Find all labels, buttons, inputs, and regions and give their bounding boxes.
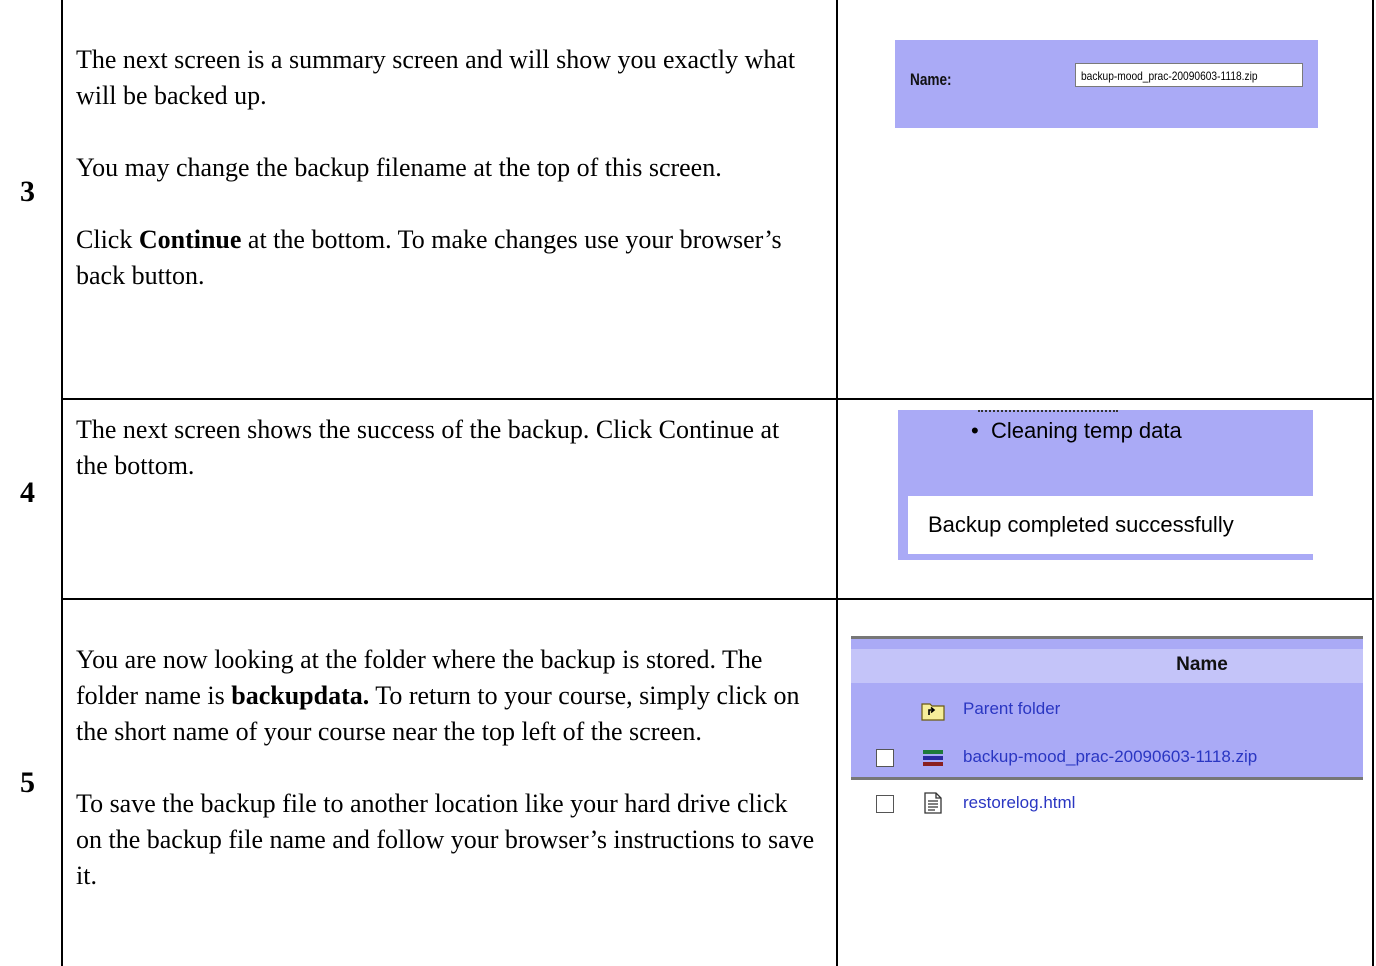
select-checkbox[interactable] <box>876 795 894 813</box>
file-list-screenshot: Name Parent folder backup-mood_prac-2009… <box>851 636 1363 814</box>
success-box: Backup completed successfully <box>908 496 1313 554</box>
step-paragraph: The next screen shows the success of the… <box>76 415 780 480</box>
step-text: The next screen shows the success of the… <box>76 412 816 484</box>
file-link[interactable]: restorelog.html <box>963 793 1075 813</box>
text-run: Click <box>76 225 139 254</box>
column-divider <box>836 0 838 398</box>
file-row[interactable]: restorelog.html <box>851 792 1363 825</box>
cropped-text-edge <box>978 410 1118 418</box>
step-paragraph: Click Continue at the bottom. To make ch… <box>76 222 816 294</box>
step-paragraph: You are now looking at the folder where … <box>76 642 816 750</box>
name-label: Name: <box>910 70 952 89</box>
header-label: Name <box>1176 654 1228 675</box>
bold-term: Continue <box>138 225 242 254</box>
step-number: 3 <box>20 175 35 208</box>
step-paragraph: To save the backup file to another locat… <box>76 789 815 890</box>
document-icon <box>924 792 942 814</box>
parent-folder-icon <box>921 703 945 721</box>
filename-value: backup-mood_prac-20090603-1118.zip <box>1081 69 1258 83</box>
filename-screenshot: Name: backup-mood_prac-20090603-1118.zip <box>895 40 1318 128</box>
zip-archive-icon <box>923 750 943 766</box>
list-item: • Cleaning temp data <box>971 418 1182 443</box>
step-number: 4 <box>20 476 35 509</box>
name-column-header[interactable]: Name <box>851 649 1363 683</box>
parent-folder-row[interactable]: Parent folder <box>851 699 1363 731</box>
bold-term: backupdata. <box>231 681 370 710</box>
file-row[interactable]: backup-mood_prac-20090603-1118.zip <box>851 747 1363 779</box>
step-paragraph: The next screen is a summary screen and … <box>76 45 796 110</box>
column-divider <box>836 600 838 966</box>
step-number: 5 <box>20 766 35 799</box>
select-checkbox[interactable] <box>876 749 894 767</box>
parent-folder-link[interactable]: Parent folder <box>963 699 1060 719</box>
success-screenshot: • Cleaning temp data Backup completed su… <box>898 410 1313 560</box>
step-paragraph: You may change the backup filename at th… <box>76 153 722 182</box>
column-divider <box>836 400 838 598</box>
step-text: The next screen is a summary screen and … <box>76 42 816 294</box>
list-item-text: Cleaning temp data <box>990 418 1182 443</box>
filename-input[interactable]: backup-mood_prac-20090603-1118.zip <box>1075 63 1303 87</box>
success-message: Backup completed successfully <box>928 512 1234 537</box>
step-text: You are now looking at the folder where … <box>76 642 816 894</box>
file-link[interactable]: backup-mood_prac-20090603-1118.zip <box>963 747 1257 767</box>
